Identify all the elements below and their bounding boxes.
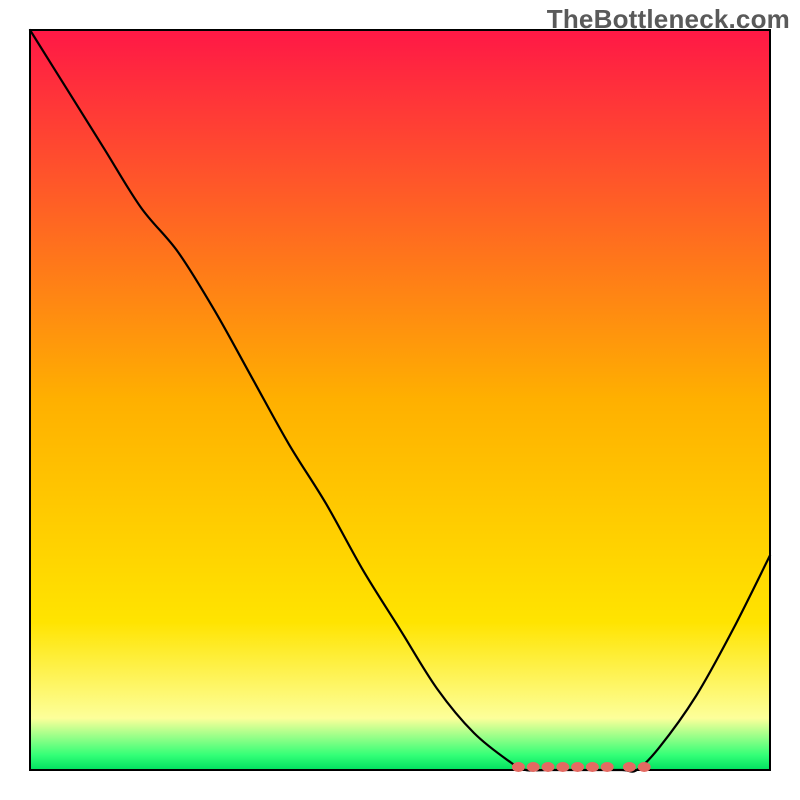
minimum-marker <box>571 762 584 772</box>
minimum-marker <box>512 762 525 772</box>
minimum-band-markers <box>512 762 651 772</box>
chart-svg <box>0 0 800 800</box>
minimum-marker <box>601 762 614 772</box>
plot-background <box>30 30 770 770</box>
minimum-marker <box>638 762 651 772</box>
watermark-text: TheBottleneck.com <box>547 4 790 35</box>
minimum-marker <box>542 762 555 772</box>
minimum-marker <box>586 762 599 772</box>
chart-stage: TheBottleneck.com <box>0 0 800 800</box>
minimum-marker <box>623 762 636 772</box>
minimum-marker <box>527 762 540 772</box>
minimum-marker <box>556 762 569 772</box>
